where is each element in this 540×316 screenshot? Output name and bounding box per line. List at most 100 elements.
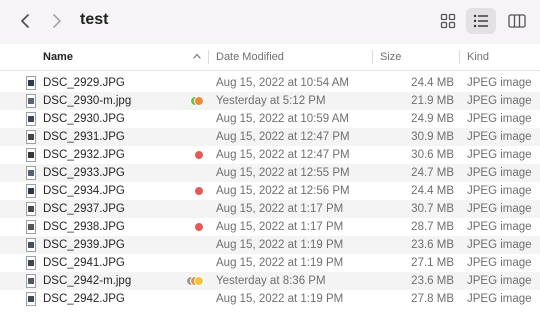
thumbnail-preview	[28, 134, 34, 140]
file-size: 24.7 MB	[411, 167, 454, 179]
file-size: 30.9 MB	[411, 131, 454, 143]
date-modified: Yesterday at 5:12 PM	[216, 95, 326, 107]
jpeg-file-icon	[26, 148, 36, 162]
thumbnail-preview	[28, 278, 34, 284]
chevron-left-icon	[21, 14, 29, 28]
date-modified-column-header[interactable]: Date Modified	[216, 44, 284, 70]
thumbnail-preview	[28, 224, 34, 230]
date-modified: Aug 15, 2022 at 1:19 PM	[216, 239, 344, 251]
jpeg-file-icon	[26, 292, 36, 306]
thumbnail-preview	[28, 116, 34, 122]
column-divider[interactable]	[372, 50, 373, 64]
date-modified: Aug 15, 2022 at 1:17 PM	[216, 203, 344, 215]
date-modified: Aug 15, 2022 at 12:47 PM	[216, 131, 350, 143]
file-name: DSC_2942-m.jpg	[43, 275, 132, 287]
file-row[interactable]: DSC_2930.JPG Aug 15, 2022 at 10:59 AM 24.9…	[0, 110, 540, 128]
name-column-header[interactable]: Name	[43, 44, 73, 70]
color-tags	[194, 150, 204, 160]
file-kind: JPEG image	[467, 293, 532, 305]
file-name: DSC_2934.JPG	[43, 185, 125, 197]
file-size: 24.4 MB	[411, 77, 454, 89]
orange-tag-dot	[194, 96, 204, 106]
file-kind: JPEG image	[467, 77, 532, 89]
list-icon	[473, 14, 488, 28]
file-list: DSC_2929.JPG Aug 15, 2022 at 10:54 AM 24.4…	[0, 74, 540, 308]
file-size: 27.1 MB	[411, 257, 454, 269]
file-row[interactable]: DSC_2929.JPG Aug 15, 2022 at 10:54 AM 24.4…	[0, 74, 540, 92]
file-name: DSC_2938.JPG	[43, 221, 125, 233]
file-size: 23.6 MB	[411, 239, 454, 251]
thumbnail-preview	[28, 260, 34, 266]
file-name: DSC_2942.JPG	[43, 293, 125, 305]
red-tag-dot	[194, 222, 204, 232]
thumbnail-preview	[28, 80, 34, 86]
file-row[interactable]: DSC_2933.JPG Aug 15, 2022 at 12:55 PM 24.7…	[0, 164, 540, 182]
thumbnail-preview	[28, 296, 34, 302]
file-name: DSC_2939.JPG	[43, 239, 125, 251]
file-row[interactable]: DSC_2942-m.jpg Yesterday at 8:36 PM 23.6 M…	[0, 272, 540, 290]
jpeg-file-icon	[26, 220, 36, 234]
file-row[interactable]: DSC_2932.JPG Aug 15, 2022 at 12:47 PM 30.6…	[0, 146, 540, 164]
jpeg-file-icon	[26, 184, 36, 198]
file-row[interactable]: DSC_2939.JPG Aug 15, 2022 at 1:19 PM 23.6 …	[0, 236, 540, 254]
jpeg-file-icon	[26, 94, 36, 108]
file-size: 23.6 MB	[411, 275, 454, 287]
kind-column-header[interactable]: Kind	[467, 44, 489, 70]
date-modified: Yesterday at 8:36 PM	[216, 275, 326, 287]
file-row[interactable]: DSC_2934.JPG Aug 15, 2022 at 12:56 PM 24.4…	[0, 182, 540, 200]
file-row[interactable]: DSC_2942.JPG Aug 15, 2022 at 1:19 PM 27.8 …	[0, 290, 540, 308]
chevron-up-icon[interactable]	[193, 53, 201, 59]
color-tags	[186, 276, 204, 286]
file-kind: JPEG image	[467, 149, 532, 161]
file-kind: JPEG image	[467, 239, 532, 251]
file-row[interactable]: DSC_2938.JPG Aug 15, 2022 at 1:17 PM 28.7 …	[0, 218, 540, 236]
date-modified: Aug 15, 2022 at 1:19 PM	[216, 293, 344, 305]
color-tags	[194, 186, 204, 196]
thumbnail-preview	[28, 188, 34, 194]
red-tag-dot	[194, 186, 204, 196]
file-size: 30.7 MB	[411, 203, 454, 215]
chevron-right-icon	[53, 14, 61, 28]
column-divider[interactable]	[459, 50, 460, 64]
column-divider[interactable]	[208, 50, 209, 64]
back-button[interactable]	[14, 10, 36, 32]
jpeg-file-icon	[26, 112, 36, 126]
file-size: 27.8 MB	[411, 293, 454, 305]
file-size: 28.7 MB	[411, 221, 454, 233]
file-kind: JPEG image	[467, 167, 532, 179]
file-row[interactable]: DSC_2937.JPG Aug 15, 2022 at 1:17 PM 30.7 …	[0, 200, 540, 218]
date-modified: Aug 15, 2022 at 1:17 PM	[216, 221, 344, 233]
date-modified: Aug 15, 2022 at 10:59 AM	[216, 113, 349, 125]
file-row[interactable]: DSC_2930-m.jpg Yesterday at 5:12 PM 21.9 M…	[0, 92, 540, 110]
jpeg-file-icon	[26, 76, 36, 90]
file-kind: JPEG image	[467, 203, 532, 215]
date-modified: Aug 15, 2022 at 10:54 AM	[216, 77, 349, 89]
file-name: DSC_2932.JPG	[43, 149, 125, 161]
file-name: DSC_2937.JPG	[43, 203, 125, 215]
file-name: DSC_2930-m.jpg	[43, 95, 132, 107]
file-name: DSC_2930.JPG	[43, 113, 125, 125]
column-view-button[interactable]	[502, 8, 532, 34]
list-view-button[interactable]	[466, 8, 496, 34]
file-row[interactable]: DSC_2941.JPG Aug 15, 2022 at 1:19 PM 27.1 …	[0, 254, 540, 272]
toolbar: test	[0, 0, 540, 44]
file-row[interactable]: DSC_2931.JPG Aug 15, 2022 at 12:47 PM 30.9…	[0, 128, 540, 146]
date-modified: Aug 15, 2022 at 1:19 PM	[216, 257, 344, 269]
file-size: 30.6 MB	[411, 149, 454, 161]
file-name: DSC_2941.JPG	[43, 257, 125, 269]
size-column-header[interactable]: Size	[380, 44, 401, 70]
date-modified: Aug 15, 2022 at 12:55 PM	[216, 167, 350, 179]
date-modified: Aug 15, 2022 at 12:47 PM	[216, 149, 350, 161]
columns-icon	[508, 14, 526, 28]
file-kind: JPEG image	[467, 113, 532, 125]
thumbnail-preview	[28, 206, 34, 212]
file-name: DSC_2929.JPG	[43, 77, 125, 89]
jpeg-file-icon	[26, 166, 36, 180]
thumbnail-preview	[28, 170, 34, 176]
forward-button[interactable]	[46, 10, 68, 32]
jpeg-file-icon	[26, 130, 36, 144]
file-size: 24.4 MB	[411, 185, 454, 197]
column-header: Name Date Modified Size Kind	[0, 44, 540, 71]
file-kind: JPEG image	[467, 95, 532, 107]
icon-view-button[interactable]	[433, 8, 463, 34]
